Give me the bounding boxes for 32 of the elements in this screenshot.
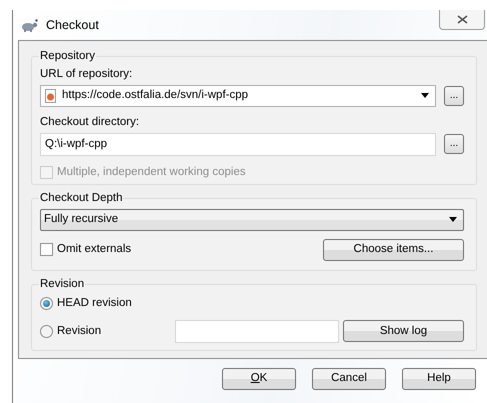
dialog-button[interactable]: Cancel: [312, 368, 386, 390]
url-combobox[interactable]: https://code.ostfalia.de/svn/i-wpf-cpp: [40, 84, 436, 106]
close-icon: [456, 15, 468, 24]
directory-field[interactable]: Q:\i-wpf-cpp: [40, 132, 436, 156]
turtle-icon: [21, 18, 38, 32]
checkbox-label: Multiple, independent working copies: [57, 164, 246, 180]
page-icon: [45, 88, 56, 102]
checkbox[interactable]: [40, 243, 53, 256]
url-value: https://code.ostfalia.de/svn/i-wpf-cpp: [62, 88, 250, 103]
directory-label: Checkout directory:: [40, 114, 140, 128]
dropdown-arrow-icon: [449, 217, 457, 222]
radio-button[interactable]: [40, 324, 53, 338]
radio-label: Revision: [57, 324, 102, 339]
radio-label: HEAD revision: [57, 296, 132, 310]
dropdown-value: Fully recursive: [44, 212, 120, 227]
close-button[interactable]: [439, 10, 485, 30]
choose-items-button[interactable]: Choose items...: [323, 238, 464, 260]
depth-dropdown[interactable]: Fully recursive: [40, 208, 464, 230]
window-title: Checkout: [46, 16, 99, 34]
group-label: Revision: [39, 279, 86, 290]
dialog-button[interactable]: OK: [222, 368, 296, 390]
revision-field[interactable]: [175, 320, 339, 343]
dropdown-arrow-icon: [421, 93, 429, 98]
browse-button[interactable]: ...: [444, 86, 464, 106]
checkbox-label: Omit externals: [57, 242, 132, 257]
show-log-button[interactable]: Show log: [343, 320, 464, 342]
radio-button[interactable]: [40, 296, 53, 310]
group-label: Checkout Depth: [39, 193, 124, 204]
browse-button[interactable]: ...: [444, 134, 464, 154]
group-label: Repository: [39, 51, 96, 62]
dialog-button[interactable]: Help: [402, 368, 476, 390]
url-label: URL of repository:: [40, 66, 134, 80]
